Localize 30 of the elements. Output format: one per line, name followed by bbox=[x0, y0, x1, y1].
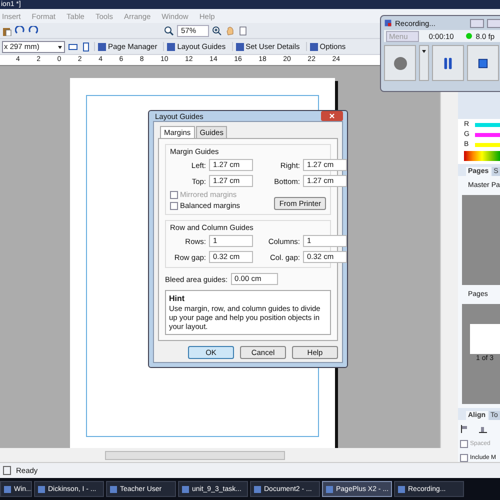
stop-button[interactable] bbox=[467, 45, 499, 81]
caret-icon bbox=[58, 46, 62, 50]
stop-icon bbox=[478, 56, 488, 70]
color-slider[interactable] bbox=[475, 142, 500, 146]
undo-icon[interactable] bbox=[15, 26, 25, 36]
recorder-app-icon bbox=[384, 19, 392, 27]
portrait-icon[interactable] bbox=[81, 42, 91, 52]
hint-title: Hint bbox=[169, 294, 186, 303]
page-thumbnail[interactable] bbox=[470, 324, 500, 354]
status-icon bbox=[3, 466, 11, 475]
pause-button[interactable] bbox=[432, 45, 464, 81]
close-button[interactable] bbox=[321, 111, 343, 121]
color-spectrum[interactable] bbox=[464, 151, 500, 161]
page-icon[interactable] bbox=[238, 26, 248, 36]
color-slider[interactable] bbox=[475, 132, 500, 136]
zoom-in-icon[interactable] bbox=[212, 26, 222, 36]
align-bottom-icon[interactable] bbox=[478, 424, 488, 434]
landscape-icon[interactable] bbox=[68, 42, 78, 52]
maximize-button[interactable] bbox=[487, 18, 500, 28]
zoom-out-icon[interactable] bbox=[164, 26, 174, 36]
record-button[interactable] bbox=[384, 45, 416, 81]
redo-icon[interactable] bbox=[28, 26, 38, 36]
color-slider[interactable] bbox=[475, 122, 500, 126]
pause-icon bbox=[443, 56, 453, 70]
align-left-icon[interactable] bbox=[460, 424, 470, 434]
minimize-button[interactable] bbox=[470, 18, 484, 28]
horizontal-scrollbar[interactable] bbox=[0, 448, 458, 462]
status-dot-icon bbox=[466, 33, 472, 39]
close-icon bbox=[329, 113, 335, 119]
paste-icon[interactable] bbox=[2, 26, 12, 36]
